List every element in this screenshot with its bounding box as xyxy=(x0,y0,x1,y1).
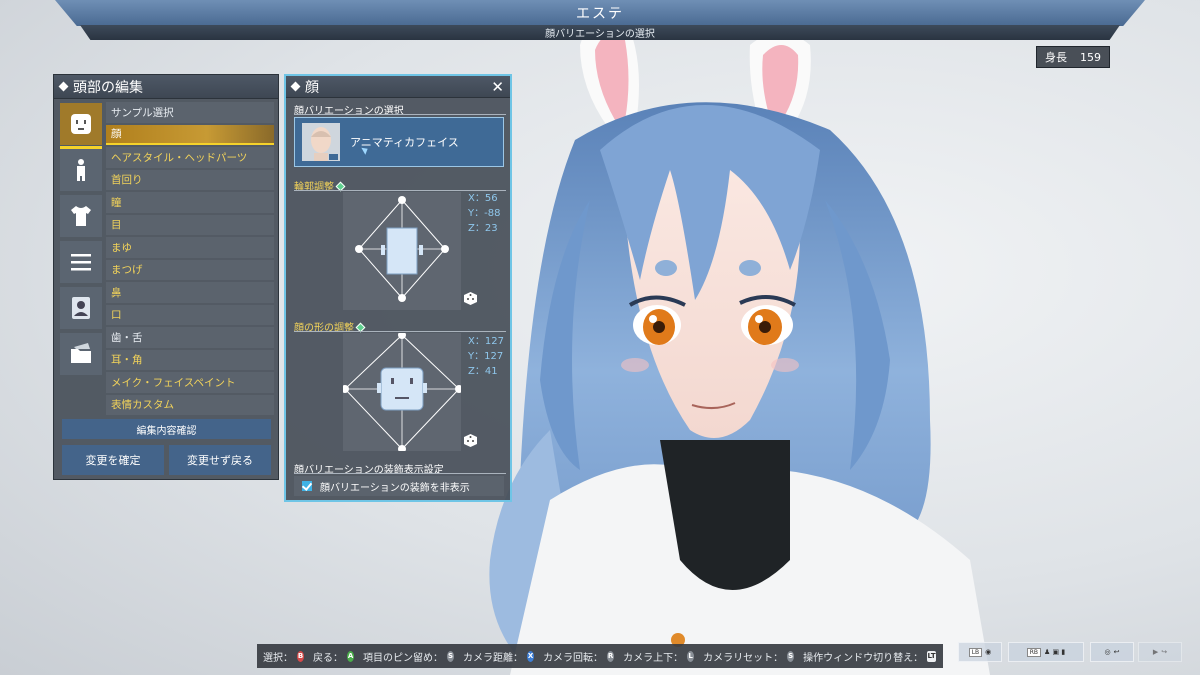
diamond-icon xyxy=(290,81,301,92)
view-shortcut[interactable]: ◎ ↩ xyxy=(1090,642,1134,662)
stick-press-icon: S xyxy=(787,650,795,662)
review-edits-button[interactable]: 編集内容確認 xyxy=(62,419,271,439)
shape-coords: X：127 Y：127 Z：41 xyxy=(468,336,504,377)
face-panel: 顔 ✕ 顔バリエーションの選択 アニマティカフェイス 輪郭調整 X：56 Y：-… xyxy=(284,74,512,502)
diamond-icon xyxy=(58,81,69,92)
face-panel-title: 顔 xyxy=(305,79,319,96)
controls-help-bar: 選択： B 戻る： A 項目のピン留め： S カメラ距離： X カメラ回転： R カメラ上… xyxy=(257,644,943,668)
lt-trigger-icon: LT xyxy=(927,650,937,662)
eye-left xyxy=(633,305,681,345)
list-item-ears[interactable]: 耳・角 xyxy=(106,349,274,370)
list-item-expression[interactable]: 表情カスタム xyxy=(106,394,274,415)
head-edit-header: 頭部の編集 xyxy=(54,75,278,99)
category-icon-column xyxy=(60,103,104,379)
clothing-icon[interactable] xyxy=(60,195,102,237)
face-panel-header: 顔 ✕ xyxy=(286,76,510,98)
height-display: 身長 159 xyxy=(1036,46,1110,68)
action-buttons: 変更を確定 変更せず戻る xyxy=(62,445,271,475)
head-edit-panel: 頭部の編集 サンプル選択 顔 ヘアスタイル・ヘッドパーツ 首回り 瞳 目 まゆ … xyxy=(53,74,279,480)
rb-shortcut[interactable]: RB ♟ ▣ ▮ xyxy=(1008,642,1084,662)
divider xyxy=(294,331,506,332)
x-button-icon: X xyxy=(527,650,535,662)
divider xyxy=(294,114,506,115)
title-bar: エステ xyxy=(55,0,1145,26)
shape-z: 41 xyxy=(484,366,498,377)
randomize-dice-icon[interactable] xyxy=(464,434,477,447)
list-item-eyes[interactable]: 目 xyxy=(106,214,274,235)
list-item-nose[interactable]: 鼻 xyxy=(106,282,274,303)
menu-icon[interactable] xyxy=(60,241,102,283)
contour-coords: X：56 Y：-88 Z：23 xyxy=(468,193,501,234)
outfit-icons: ♟ ▣ ▮ xyxy=(1044,648,1066,656)
checkbox[interactable] xyxy=(302,481,312,491)
list-item-teeth[interactable]: 歯・舌 xyxy=(106,327,274,348)
list-item-face[interactable]: 顔 xyxy=(106,124,274,145)
discard-changes-button[interactable]: 変更せず戻る xyxy=(169,445,271,475)
hide-decoration-toggle[interactable]: 顔バリエーションの装飾を非表示 xyxy=(294,476,504,496)
eye-icon: ◎ xyxy=(1104,648,1111,656)
head-edit-title: 頭部の編集 xyxy=(73,79,143,96)
play-icon: ▶ xyxy=(1152,648,1159,656)
height-label: 身長 xyxy=(1045,51,1067,64)
body-icon[interactable] xyxy=(60,149,102,191)
stick-button-icon: S xyxy=(447,650,455,662)
list-item-pupil[interactable]: 瞳 xyxy=(106,192,274,213)
shape-adjust-pad[interactable] xyxy=(341,331,463,453)
b-button-icon: B xyxy=(297,650,305,662)
apply-changes-button[interactable]: 変更を確定 xyxy=(62,445,164,475)
list-item-neck[interactable]: 首回り xyxy=(106,169,274,190)
eye-right xyxy=(741,305,793,345)
face-small-icon: ◉ xyxy=(985,648,992,656)
play-shortcut[interactable]: ▶ ↪ xyxy=(1138,642,1182,662)
close-icon[interactable]: ✕ xyxy=(491,78,504,96)
a-button-icon: A xyxy=(347,650,355,662)
list-item-mouth[interactable]: 口 xyxy=(106,304,274,325)
left-stick-icon: L xyxy=(687,650,695,662)
list-item-sample[interactable]: サンプル選択 xyxy=(106,102,274,123)
page-title: エステ xyxy=(576,6,624,22)
return-icon: ↩ xyxy=(1113,648,1120,656)
contour-y: -88 xyxy=(484,208,501,219)
list-item-eyelashes[interactable]: まつげ xyxy=(106,259,274,280)
shape-y: 127 xyxy=(484,351,504,362)
contour-x: 56 xyxy=(484,193,498,204)
face-icon[interactable] xyxy=(60,103,102,149)
randomize-dice-icon[interactable] xyxy=(464,292,477,305)
face-variation-selector[interactable]: アニマティカフェイス xyxy=(294,117,504,167)
folder-icon[interactable] xyxy=(60,333,102,375)
list-item-hairstyle[interactable]: ヘアスタイル・ヘッドパーツ xyxy=(106,147,274,168)
lb-shortcut[interactable]: LB ◉ xyxy=(958,642,1002,662)
divider xyxy=(294,473,506,474)
character-preview[interactable] xyxy=(430,0,1200,675)
right-stick-icon: R xyxy=(607,650,615,662)
list-item-makeup[interactable]: メイク・フェイスペイント xyxy=(106,372,274,393)
share-icon: ↪ xyxy=(1161,648,1168,656)
contour-adjust-pad[interactable] xyxy=(343,192,461,310)
face-thumbnail xyxy=(302,123,340,161)
page-subtitle: 顔バリエーションの選択 xyxy=(545,29,655,40)
hide-decoration-label: 顔バリエーションの装飾を非表示 xyxy=(320,482,470,494)
list-item-eyebrows[interactable]: まゆ xyxy=(106,237,274,258)
shape-x: 127 xyxy=(484,336,504,347)
id-card-icon[interactable] xyxy=(60,287,102,329)
subtitle-bar: 顔バリエーションの選択 xyxy=(80,25,1120,40)
contour-z: 23 xyxy=(484,223,498,234)
height-value: 159 xyxy=(1080,50,1101,64)
